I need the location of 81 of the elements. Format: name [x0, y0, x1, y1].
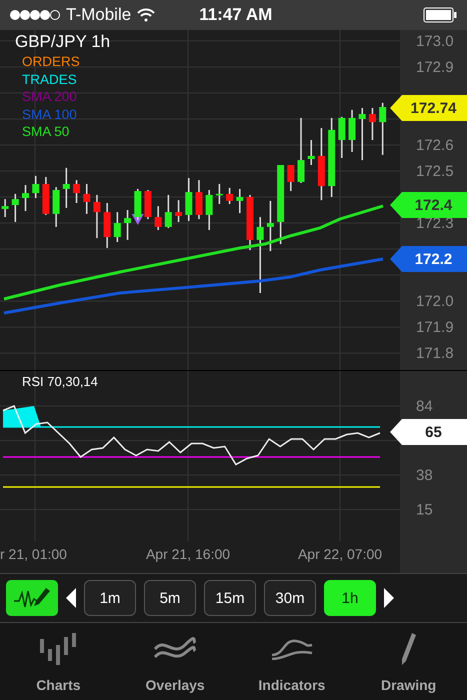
candlestick	[73, 180, 80, 203]
curve-icon	[270, 638, 313, 660]
carrier-name: T-Mobile	[66, 5, 132, 25]
battery-icon	[423, 7, 457, 23]
timeframe-button[interactable]: 30m	[264, 580, 316, 616]
chart-title: GBP/JPY 1h	[15, 32, 110, 52]
time-axis-label: r 21, 01:00	[0, 546, 67, 562]
candlestick	[52, 187, 60, 227]
pencil-icon	[402, 632, 416, 664]
candlestick	[93, 194, 100, 238]
candlestick	[226, 188, 234, 204]
price-axis-label: 171.9	[416, 319, 454, 336]
draw-mode-button[interactable]	[6, 580, 58, 616]
rsi-axis-label: 15	[416, 502, 433, 518]
candlestick	[216, 184, 223, 204]
candlestick	[236, 188, 244, 214]
timeframe-button[interactable]: 5m	[144, 580, 196, 616]
candlestick	[246, 194, 254, 250]
candlestick	[2, 199, 9, 218]
candlestick	[134, 188, 142, 220]
time-axis-label: Apr 21, 16:00	[146, 546, 230, 562]
candlestick	[144, 190, 152, 220]
candlestick	[338, 116, 346, 158]
status-time: 11:47 AM	[199, 5, 272, 25]
price-axis-label: 172.6	[416, 136, 454, 154]
rsi-axis-label: 38	[416, 466, 433, 484]
tab-bar-item[interactable]: Drawing	[350, 630, 467, 692]
timeframe-button[interactable]: 1h	[324, 580, 376, 616]
candlestick	[195, 180, 202, 220]
candlestick	[83, 184, 90, 214]
candlestick	[185, 178, 192, 221]
candlestick	[298, 118, 305, 183]
candlestick	[206, 190, 213, 230]
candlestick	[175, 200, 182, 222]
tab-bar-item[interactable]: Charts	[0, 630, 117, 692]
candlestick	[358, 108, 366, 160]
candlestick	[114, 212, 121, 242]
candlestick	[62, 168, 70, 208]
timeframe-button[interactable]: 1m	[84, 580, 136, 616]
legend-label: SMA 50	[22, 123, 70, 140]
rsi-title: RSI 70,30,14	[22, 374, 98, 389]
candlestick	[287, 165, 294, 192]
candlestick	[266, 200, 274, 252]
tab-bar-item[interactable]: Indicators	[234, 630, 350, 692]
pulse-pencil-icon	[13, 587, 51, 609]
candlestick	[22, 185, 29, 212]
rsi-value-tag: 65	[390, 419, 467, 445]
bar-chart-icon	[40, 632, 76, 664]
price-axis-label: 173.0	[416, 32, 454, 50]
price-tag: 172.4	[390, 192, 467, 218]
price-tag: 172.74	[390, 95, 467, 121]
candlestick	[32, 176, 40, 198]
time-axis-label: Apr 22, 07:00	[298, 546, 382, 562]
price-tag: 172.2	[390, 246, 467, 272]
legend-label: ORDERS	[22, 53, 81, 70]
waves-icon	[154, 636, 196, 660]
legend-label: SMA 100	[22, 106, 78, 123]
signal-icon	[10, 9, 60, 21]
candlestick	[308, 140, 315, 165]
candlestick	[42, 176, 50, 215]
rsi-axis-label: 84	[416, 398, 433, 415]
tab-bar-item[interactable]: Overlays	[116, 630, 234, 692]
overbought-fill	[3, 406, 41, 427]
candlestick	[104, 203, 111, 248]
candlestick	[379, 102, 386, 155]
legend-label: TRADES	[22, 70, 78, 88]
candlestick	[12, 194, 19, 222]
candlestick	[164, 194, 172, 228]
wifi-icon	[137, 8, 156, 22]
price-axis-label: 172.9	[416, 58, 454, 76]
price-axis-label: 172.0	[416, 293, 454, 310]
candlestick	[124, 210, 132, 240]
left-arrow-icon[interactable]	[66, 588, 76, 608]
legend-label: SMA 200	[22, 88, 78, 106]
price-axis-label: 172.5	[416, 163, 454, 180]
price-axis-label: 171.8	[416, 345, 454, 362]
candlestick	[368, 108, 376, 140]
candlestick	[154, 206, 162, 230]
right-arrow-icon[interactable]	[384, 588, 394, 608]
timeframe-button[interactable]: 15m	[204, 580, 256, 616]
candlestick	[348, 110, 356, 152]
